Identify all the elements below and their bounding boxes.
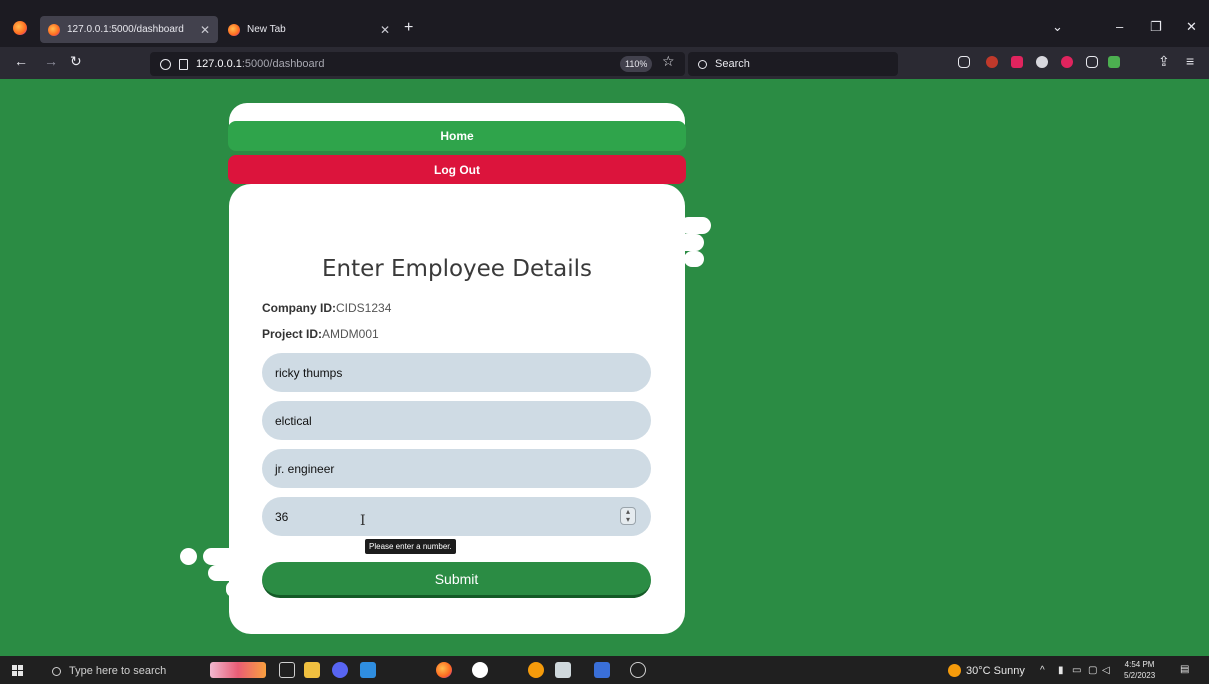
url-bar[interactable]: 127.0.0.1:5000/dashboard [150, 52, 685, 76]
share-icon[interactable]: ⇪ [1158, 53, 1170, 70]
tab-new-tab[interactable]: New Tab ✕ [220, 16, 398, 43]
app-gauge-icon[interactable] [630, 662, 646, 678]
clock-date: 5/2/2023 [1124, 671, 1156, 680]
close-window-icon[interactable]: ✕ [1186, 19, 1197, 35]
search-icon [698, 59, 707, 69]
tracking-shield-icon[interactable] [160, 58, 171, 70]
tab-label: New Tab [247, 24, 286, 35]
flower-widget-icon[interactable] [210, 662, 266, 678]
file-explorer-icon[interactable] [304, 662, 320, 678]
taskbar-search[interactable]: Type here to search [44, 660, 204, 682]
extension-circle-icon[interactable] [1036, 56, 1048, 68]
discord-icon[interactable] [332, 662, 348, 678]
age-input[interactable]: 36 [262, 497, 651, 536]
favicon-icon [228, 23, 240, 36]
url-path: :5000/dashboard [241, 58, 325, 70]
weather-text: 30°C Sunny [966, 664, 1025, 677]
department-input[interactable]: elctical [262, 401, 651, 440]
form-title: Enter Employee Details [321, 256, 592, 282]
extension-red-icon[interactable] [986, 56, 998, 68]
back-arrow-icon[interactable]: ← [14, 53, 28, 69]
notification-icon[interactable]: ▤ [1180, 664, 1189, 675]
home-button[interactable]: Home [228, 121, 686, 151]
task-view-icon[interactable] [279, 662, 295, 678]
extension-s-icon[interactable] [1011, 56, 1023, 68]
zoom-badge[interactable]: 110% [620, 56, 653, 72]
bookmark-star-icon[interactable]: ☆ [662, 53, 675, 70]
favicon-icon [48, 23, 60, 36]
submit-button[interactable]: Submit [262, 562, 651, 598]
close-tab-icon[interactable]: ✕ [200, 23, 210, 37]
clock-time: 4:54 PM [1124, 660, 1155, 669]
validation-tooltip: Please enter a number. [365, 539, 456, 554]
sun-icon [948, 664, 961, 677]
number-spinner-icon[interactable]: ▴ ▾ [620, 507, 636, 525]
powershell-icon[interactable] [594, 662, 610, 678]
project-id-row: Project ID:AMDM001 [262, 327, 379, 341]
decor-blob [680, 217, 711, 234]
company-id-value: CIDS1234 [336, 301, 392, 315]
decor-blob [203, 548, 243, 565]
tab-label: 127.0.0.1:5000/dashboard [67, 24, 184, 35]
new-tab-plus-icon[interactable]: + [404, 19, 413, 37]
employee-name-input[interactable]: ricky thumps [262, 353, 651, 392]
app-window-icon[interactable] [555, 662, 571, 678]
decor-blob [208, 565, 244, 581]
decor-blob [180, 548, 197, 565]
microphone-icon[interactable]: ▮ [1058, 665, 1064, 676]
clock[interactable]: 4:54 PM 5/2/2023 [1124, 659, 1155, 681]
decor-blob [668, 234, 704, 251]
extension-outline-icon[interactable] [1086, 56, 1098, 68]
designation-input[interactable]: jr. engineer [262, 449, 651, 488]
page-info-icon[interactable] [179, 58, 188, 70]
network-icon[interactable]: ▭ [1072, 665, 1081, 676]
tab-dashboard[interactable]: 127.0.0.1:5000/dashboard ✕ [40, 16, 218, 43]
app-circle-icon[interactable] [472, 662, 488, 678]
display-icon[interactable]: ▢ [1088, 665, 1097, 676]
taskbar-search-placeholder: Type here to search [69, 665, 167, 677]
minimize-icon[interactable]: – [1116, 19, 1123, 34]
restore-icon[interactable]: ❐ [1150, 19, 1162, 35]
forward-arrow-icon[interactable]: → [44, 53, 58, 69]
logout-button[interactable]: Log Out [228, 155, 686, 184]
text-cursor-icon: I [360, 513, 366, 529]
tab-list-chevron-icon[interactable]: ⌄ [1052, 19, 1063, 35]
reload-icon[interactable]: ↻ [70, 53, 82, 70]
company-id-label: Company ID: [262, 301, 337, 315]
pocket-icon[interactable] [958, 56, 970, 68]
menu-icon[interactable]: ≡ [1186, 53, 1194, 69]
close-tab-icon[interactable]: ✕ [380, 23, 390, 37]
search-icon [52, 666, 61, 676]
firefox-icon[interactable] [13, 21, 27, 35]
extension-green-icon[interactable] [1108, 56, 1120, 68]
vscode-icon[interactable] [360, 662, 376, 678]
app-orange-icon[interactable] [528, 662, 544, 678]
project-id-value: AMDM001 [322, 327, 379, 341]
weather-widget[interactable]: 30°C Sunny [948, 664, 1025, 677]
search-placeholder: Search [715, 58, 750, 70]
decor-blob [684, 251, 704, 267]
url-host: 127.0.0.1 [196, 58, 242, 70]
decor-blob [226, 581, 240, 597]
windows-start-icon[interactable] [12, 665, 23, 676]
tray-chevron-icon[interactable]: ^ [1040, 665, 1045, 676]
company-id-row: Company ID:CIDS1234 [262, 301, 391, 315]
firefox-taskbar-icon[interactable] [436, 662, 452, 678]
extension-pink-icon[interactable] [1061, 56, 1073, 68]
volume-icon[interactable]: ◁ [1102, 665, 1110, 676]
project-id-label: Project ID: [262, 327, 323, 341]
search-bar[interactable]: Search [688, 52, 898, 76]
